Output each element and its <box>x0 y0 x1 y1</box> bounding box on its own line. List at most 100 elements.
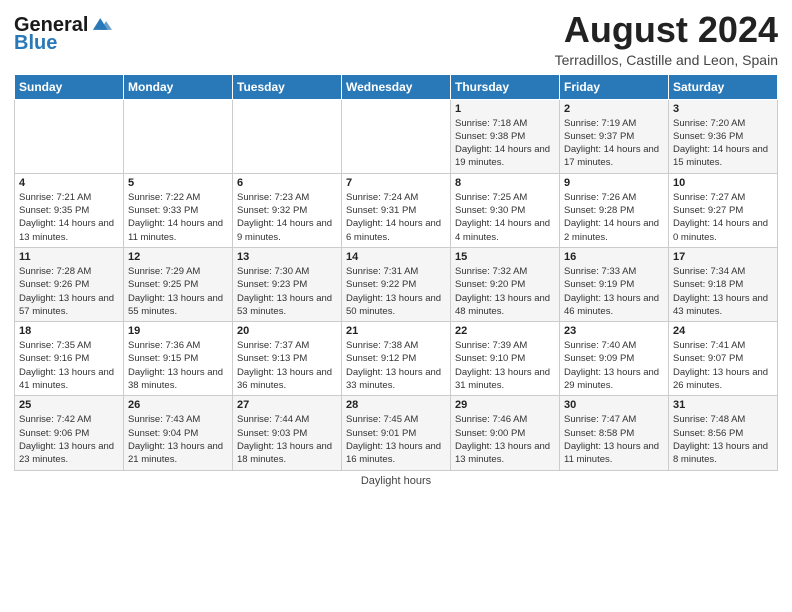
table-row: 4Sunrise: 7:21 AMSunset: 9:35 PMDaylight… <box>15 173 124 247</box>
header: General Blue August 2024 Terradillos, Ca… <box>14 10 778 68</box>
day-number: 15 <box>455 251 555 263</box>
logo-text-blue: Blue <box>14 32 57 54</box>
day-number: 7 <box>346 177 446 189</box>
table-row: 25 Sunrise: 7:42 AMSunset: 9:06 PMDayligh… <box>15 396 124 470</box>
title-block: August 2024 Terradillos, Castille and Le… <box>555 10 778 68</box>
calendar-week-3: 11 Sunrise: 7:28 AMSunset: 9:26 PMDayligh… <box>15 247 778 321</box>
day-info: Sunrise: 7:26 AMSunset: 9:28 PMDaylight:… <box>564 191 664 244</box>
day-number: 21 <box>346 325 446 337</box>
day-info: Sunrise: 7:19 AMSunset: 9:37 PMDaylight:… <box>564 117 664 170</box>
day-number: 20 <box>237 325 337 337</box>
day-info: Sunrise: 7:48 AMSunset: 8:56 PMDaylight:… <box>673 413 773 466</box>
day-info: Sunrise: 7:25 AMSunset: 9:30 PMDaylight:… <box>455 191 555 244</box>
day-info: Sunrise: 7:18 AMSunset: 9:38 PMDaylight:… <box>455 117 555 170</box>
logo-icon <box>90 13 112 35</box>
table-row: 3 Sunrise: 7:20 AMSunset: 9:36 PMDaylight… <box>669 99 778 173</box>
table-row: 23Sunrise: 7:40 AMSunset: 9:09 PMDayligh… <box>560 322 669 396</box>
table-row: 27Sunrise: 7:44 AMSunset: 9:03 PMDayligh… <box>233 396 342 470</box>
day-number: 19 <box>128 325 228 337</box>
footer: Daylight hours <box>14 475 778 487</box>
day-number: 24 <box>673 325 773 337</box>
daylight-label: Daylight hours <box>361 475 431 487</box>
day-info: Sunrise: 7:29 AMSunset: 9:25 PMDaylight:… <box>128 265 228 318</box>
col-sunday: Sunday <box>15 74 124 99</box>
calendar-header-row: Sunday Monday Tuesday Wednesday Thursday… <box>15 74 778 99</box>
page: General Blue August 2024 Terradillos, Ca… <box>0 0 792 612</box>
col-tuesday: Tuesday <box>233 74 342 99</box>
table-row: 31 Sunrise: 7:48 AMSunset: 8:56 PMDayligh… <box>669 396 778 470</box>
day-info: Sunrise: 7:24 AMSunset: 9:31 PMDaylight:… <box>346 191 446 244</box>
day-info: Sunrise: 7:32 AMSunset: 9:20 PMDaylight:… <box>455 265 555 318</box>
day-number: 29 <box>455 399 555 411</box>
table-row: 29 Sunrise: 7:46 AMSunset: 9:00 PMDayligh… <box>451 396 560 470</box>
col-thursday: Thursday <box>451 74 560 99</box>
day-number: 25 <box>19 399 119 411</box>
day-number: 13 <box>237 251 337 263</box>
day-number: 17 <box>673 251 773 263</box>
day-number: 30 <box>564 399 664 411</box>
day-info: Sunrise: 7:39 AMSunset: 9:10 PMDaylight:… <box>455 339 555 392</box>
day-number: 6 <box>237 177 337 189</box>
day-number: 31 <box>673 399 773 411</box>
day-info: Sunrise: 7:37 AMSunset: 9:13 PMDaylight:… <box>237 339 337 392</box>
table-row: 14 Sunrise: 7:31 AMSunset: 9:22 PMDayligh… <box>342 247 451 321</box>
day-number: 3 <box>673 103 773 115</box>
table-row: 26 Sunrise: 7:43 AMSunset: 9:04 PMDayligh… <box>124 396 233 470</box>
table-row: 17Sunrise: 7:34 AMSunset: 9:18 PMDayligh… <box>669 247 778 321</box>
day-number: 9 <box>564 177 664 189</box>
table-row: 7 Sunrise: 7:24 AMSunset: 9:31 PMDaylight… <box>342 173 451 247</box>
table-row <box>15 99 124 173</box>
day-number: 28 <box>346 399 446 411</box>
table-row: 10Sunrise: 7:27 AMSunset: 9:27 PMDayligh… <box>669 173 778 247</box>
day-info: Sunrise: 7:20 AMSunset: 9:36 PMDaylight:… <box>673 117 773 170</box>
col-monday: Monday <box>124 74 233 99</box>
day-info: Sunrise: 7:42 AMSunset: 9:06 PMDaylight:… <box>19 413 119 466</box>
table-row: 30Sunrise: 7:47 AMSunset: 8:58 PMDayligh… <box>560 396 669 470</box>
day-number: 1 <box>455 103 555 115</box>
day-info: Sunrise: 7:22 AMSunset: 9:33 PMDaylight:… <box>128 191 228 244</box>
table-row: 15 Sunrise: 7:32 AMSunset: 9:20 PMDayligh… <box>451 247 560 321</box>
day-number: 14 <box>346 251 446 263</box>
table-row <box>124 99 233 173</box>
day-number: 5 <box>128 177 228 189</box>
table-row: 6Sunrise: 7:23 AMSunset: 9:32 PMDaylight… <box>233 173 342 247</box>
table-row: 5 Sunrise: 7:22 AMSunset: 9:33 PMDaylight… <box>124 173 233 247</box>
location-subtitle: Terradillos, Castille and Leon, Spain <box>555 52 778 68</box>
month-year-title: August 2024 <box>555 10 778 50</box>
day-info: Sunrise: 7:33 AMSunset: 9:19 PMDaylight:… <box>564 265 664 318</box>
day-info: Sunrise: 7:35 AMSunset: 9:16 PMDaylight:… <box>19 339 119 392</box>
table-row: 24 Sunrise: 7:41 AMSunset: 9:07 PMDayligh… <box>669 322 778 396</box>
day-info: Sunrise: 7:28 AMSunset: 9:26 PMDaylight:… <box>19 265 119 318</box>
day-info: Sunrise: 7:30 AMSunset: 9:23 PMDaylight:… <box>237 265 337 318</box>
table-row: 16Sunrise: 7:33 AMSunset: 9:19 PMDayligh… <box>560 247 669 321</box>
calendar-week-5: 25 Sunrise: 7:42 AMSunset: 9:06 PMDayligh… <box>15 396 778 470</box>
day-info: Sunrise: 7:46 AMSunset: 9:00 PMDaylight:… <box>455 413 555 466</box>
day-info: Sunrise: 7:43 AMSunset: 9:04 PMDaylight:… <box>128 413 228 466</box>
logo: General Blue <box>14 14 112 54</box>
table-row: 2Sunrise: 7:19 AMSunset: 9:37 PMDaylight… <box>560 99 669 173</box>
table-row: 8 Sunrise: 7:25 AMSunset: 9:30 PMDaylight… <box>451 173 560 247</box>
calendar-week-2: 4Sunrise: 7:21 AMSunset: 9:35 PMDaylight… <box>15 173 778 247</box>
day-number: 11 <box>19 251 119 263</box>
table-row <box>233 99 342 173</box>
day-number: 23 <box>564 325 664 337</box>
day-number: 12 <box>128 251 228 263</box>
table-row: 21Sunrise: 7:38 AMSunset: 9:12 PMDayligh… <box>342 322 451 396</box>
col-friday: Friday <box>560 74 669 99</box>
day-number: 8 <box>455 177 555 189</box>
table-row: 18Sunrise: 7:35 AMSunset: 9:16 PMDayligh… <box>15 322 124 396</box>
day-info: Sunrise: 7:41 AMSunset: 9:07 PMDaylight:… <box>673 339 773 392</box>
day-number: 26 <box>128 399 228 411</box>
calendar-week-4: 18Sunrise: 7:35 AMSunset: 9:16 PMDayligh… <box>15 322 778 396</box>
day-info: Sunrise: 7:31 AMSunset: 9:22 PMDaylight:… <box>346 265 446 318</box>
table-row: 12 Sunrise: 7:29 AMSunset: 9:25 PMDayligh… <box>124 247 233 321</box>
table-row: 9 Sunrise: 7:26 AMSunset: 9:28 PMDaylight… <box>560 173 669 247</box>
table-row: 28Sunrise: 7:45 AMSunset: 9:01 PMDayligh… <box>342 396 451 470</box>
table-row: 1 Sunrise: 7:18 AMSunset: 9:38 PMDaylight… <box>451 99 560 173</box>
table-row: 11 Sunrise: 7:28 AMSunset: 9:26 PMDayligh… <box>15 247 124 321</box>
calendar-body: 1 Sunrise: 7:18 AMSunset: 9:38 PMDaylight… <box>15 99 778 470</box>
day-info: Sunrise: 7:21 AMSunset: 9:35 PMDaylight:… <box>19 191 119 244</box>
calendar-table: Sunday Monday Tuesday Wednesday Thursday… <box>14 74 778 471</box>
day-number: 10 <box>673 177 773 189</box>
table-row: 19Sunrise: 7:36 AMSunset: 9:15 PMDayligh… <box>124 322 233 396</box>
